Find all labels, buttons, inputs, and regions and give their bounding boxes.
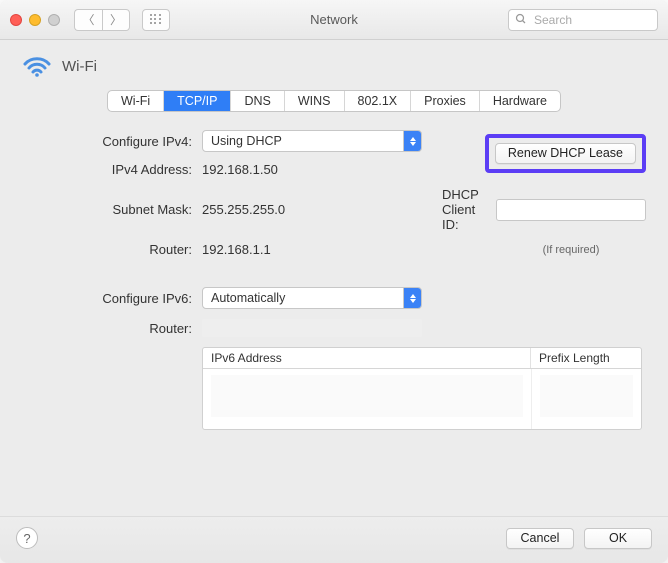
- chevron-updown-icon: [403, 288, 421, 308]
- redacted-ipv6-address: [211, 375, 523, 417]
- wifi-icon: [22, 54, 52, 78]
- select-configure-ipv6[interactable]: Automatically: [202, 287, 422, 309]
- prefs-window: 〈 〉 Network: [0, 0, 668, 563]
- ipv6-table-head: IPv6 Address Prefix Length: [203, 348, 641, 369]
- tab-tcpip[interactable]: TCP/IP: [164, 91, 231, 111]
- ipv6-table-body: [203, 369, 641, 429]
- ipv6-table: IPv6 Address Prefix Length: [202, 347, 642, 430]
- tcpip-form: Configure IPv4: Using DHCP Renew DHCP Le…: [22, 130, 646, 430]
- grid-icon: [150, 14, 162, 26]
- note-if-required: (If required): [496, 244, 646, 256]
- label-router4: Router:: [22, 242, 192, 257]
- label-ipv4-address: IPv4 Address:: [22, 162, 192, 177]
- label-configure-ipv4: Configure IPv4:: [22, 134, 192, 149]
- renew-lease-highlight: Renew DHCP Lease: [485, 134, 646, 173]
- tabbar: Wi-Fi TCP/IP DNS WINS 802.1X Proxies Har…: [107, 90, 561, 112]
- help-button[interactable]: ?: [16, 527, 38, 549]
- label-router6: Router:: [22, 321, 192, 336]
- label-dhcp-client-id: DHCP Client ID:: [442, 187, 488, 232]
- titlebar: 〈 〉 Network: [0, 0, 668, 40]
- router6-value-area: [202, 319, 642, 337]
- search-icon: [515, 13, 527, 27]
- label-configure-ipv6: Configure IPv6:: [22, 291, 192, 306]
- minimize-window-button[interactable]: [29, 14, 41, 26]
- tab-wins[interactable]: WINS: [285, 91, 345, 111]
- col-prefix-length[interactable]: Prefix Length: [531, 348, 641, 368]
- show-all-button[interactable]: [142, 9, 170, 31]
- footer: ? Cancel OK: [0, 516, 668, 563]
- tab-proxies[interactable]: Proxies: [411, 91, 480, 111]
- chevron-updown-icon: [403, 131, 421, 151]
- traffic-lights: [10, 14, 60, 26]
- close-window-button[interactable]: [10, 14, 22, 26]
- dhcp-right-col: Renew DHCP Lease: [442, 134, 646, 173]
- help-icon: ?: [23, 531, 30, 546]
- renew-dhcp-lease-button[interactable]: Renew DHCP Lease: [495, 143, 636, 164]
- value-subnet-mask: 255.255.255.0: [202, 202, 432, 217]
- select-configure-ipv4[interactable]: Using DHCP: [202, 130, 422, 152]
- tab-wifi[interactable]: Wi-Fi: [108, 91, 164, 111]
- redacted-router6: [202, 319, 422, 337]
- label-subnet-mask: Subnet Mask:: [22, 202, 192, 217]
- back-button[interactable]: 〈: [74, 9, 102, 31]
- section-header: Wi-Fi: [22, 54, 646, 78]
- dhcp-client-id-row: DHCP Client ID:: [442, 187, 646, 232]
- content: Wi-Fi Wi-Fi TCP/IP DNS WINS 802.1X Proxi…: [0, 40, 668, 430]
- cancel-button[interactable]: Cancel: [506, 528, 574, 549]
- tab-dns[interactable]: DNS: [231, 91, 284, 111]
- tab-8021x[interactable]: 802.1X: [345, 91, 412, 111]
- value-router4: 192.168.1.1: [202, 242, 432, 257]
- section-title: Wi-Fi: [62, 58, 97, 75]
- nav-buttons: 〈 〉: [74, 9, 130, 31]
- redacted-prefix-length: [540, 375, 633, 417]
- chevron-left-icon: 〈: [82, 11, 94, 28]
- search-field-wrap[interactable]: [508, 9, 658, 31]
- tab-hardware[interactable]: Hardware: [480, 91, 560, 111]
- select-configure-ipv4-value: Using DHCP: [211, 134, 282, 148]
- value-ipv4-address: 192.168.1.50: [202, 162, 432, 177]
- ok-button[interactable]: OK: [584, 528, 652, 549]
- select-configure-ipv6-value: Automatically: [211, 291, 285, 305]
- footer-buttons: Cancel OK: [506, 528, 652, 549]
- dhcp-client-id-input[interactable]: [496, 199, 646, 221]
- col-ipv6-address[interactable]: IPv6 Address: [203, 348, 531, 368]
- chevron-right-icon: 〉: [110, 11, 122, 28]
- search-input[interactable]: [532, 12, 668, 28]
- forward-button[interactable]: 〉: [102, 9, 130, 31]
- zoom-window-button[interactable]: [48, 14, 60, 26]
